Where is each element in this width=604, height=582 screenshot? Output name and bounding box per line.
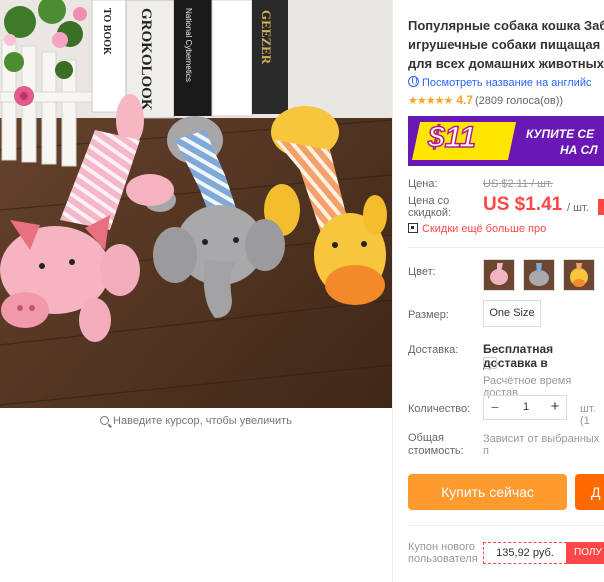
duck-thumbnail bbox=[564, 260, 594, 290]
coupon-value: 135,92 руб. bbox=[483, 542, 567, 564]
color-swatch-pig[interactable] bbox=[483, 259, 515, 291]
promo-banner[interactable]: $11 КУПИТЕ СЕ НА СЛ bbox=[408, 116, 604, 166]
product-gallery: TO BOOK GROKOLOOK National Cybernetics G… bbox=[0, 0, 392, 582]
more-discounts-text: Скидки ещё больше про bbox=[422, 223, 547, 235]
quantity-label: Количество: bbox=[408, 403, 471, 415]
product-title-line: Популярные собака кошка Заба bbox=[408, 18, 604, 33]
rating-summary[interactable]: ★★★★★ 4.7 (2809 голоса(ов)) bbox=[408, 93, 563, 107]
discount-price-label: Цена со скидкой: bbox=[408, 195, 451, 219]
translate-link-text: Посмотреть название на английс bbox=[422, 77, 592, 89]
product-main-image[interactable]: TO BOOK GROKOLOOK National Cybernetics G… bbox=[0, 0, 392, 408]
new-user-coupon-label: Купон нового пользователя bbox=[408, 541, 478, 565]
translate-title-link[interactable]: Посмотреть название на английс bbox=[408, 76, 591, 89]
discount-price-label-line: скидкой: bbox=[408, 207, 452, 219]
total-label-line: Общая bbox=[408, 432, 444, 444]
shipping-value: Бесплатная доставка в bbox=[483, 342, 554, 370]
book-spine-4: GEEZER bbox=[259, 10, 274, 65]
size-option-button[interactable]: One Size bbox=[483, 300, 541, 327]
total-label: Общая стоимость: bbox=[408, 432, 464, 458]
qr-code-icon bbox=[408, 223, 418, 233]
divider bbox=[408, 525, 604, 526]
rating-stars-icon: ★★★★★ bbox=[408, 95, 453, 107]
quantity-stepper: − + bbox=[483, 395, 567, 420]
quantity-increase-button[interactable]: + bbox=[544, 396, 566, 419]
color-swatch-duck[interactable] bbox=[563, 259, 595, 291]
coupon-label-line: Купон нового bbox=[408, 541, 476, 553]
price-unit: / шт. bbox=[567, 202, 589, 214]
product-title: Популярные собака кошка Заба игрушечные … bbox=[408, 16, 604, 73]
book-spine-1: TO BOOK bbox=[101, 8, 112, 55]
total-label-line: стоимость: bbox=[408, 445, 464, 457]
book-spine-2: GROKOLOOK bbox=[138, 8, 154, 111]
promo-amount: $11 bbox=[427, 120, 476, 155]
chevron-down-icon[interactable]: ⌄ bbox=[483, 357, 497, 369]
discount-price-label-line: Цена со bbox=[408, 195, 450, 207]
price-label: Цена: bbox=[408, 178, 438, 190]
shipping-label: Доставка: bbox=[408, 344, 459, 356]
elephant-thumbnail bbox=[524, 260, 554, 290]
size-label: Размер: bbox=[408, 309, 449, 321]
total-value: Зависит от выбранных п bbox=[483, 433, 600, 457]
book-spine-3: National Cybernetics bbox=[184, 8, 193, 82]
quantity-input[interactable] bbox=[506, 396, 546, 419]
promo-text: КУПИТЕ СЕ НА СЛ bbox=[526, 126, 598, 158]
product-title-line: для всех домашних животных С bbox=[408, 56, 604, 71]
buy-now-button[interactable]: Купить сейчас bbox=[408, 474, 567, 510]
price-discounted: US $1.41 bbox=[483, 194, 563, 215]
globe-icon bbox=[408, 76, 419, 87]
rating-score: 4.7 bbox=[456, 93, 473, 107]
color-swatch-elephant[interactable] bbox=[523, 259, 555, 291]
more-discounts-link[interactable]: Скидки ещё больше про bbox=[408, 223, 546, 235]
price-original: US $2.11 / шт. bbox=[483, 178, 553, 190]
rating-votes[interactable]: (2809 голоса(ов)) bbox=[475, 95, 563, 107]
product-title-line: игрушечные собаки пищащая Ж bbox=[408, 37, 604, 52]
promo-text-line: КУПИТЕ СЕ bbox=[526, 127, 595, 141]
add-to-cart-button[interactable]: Д bbox=[575, 474, 604, 510]
zoom-hint: Наведите курсор, чтобы увеличить bbox=[0, 410, 392, 432]
divider bbox=[408, 247, 604, 248]
discount-badge bbox=[598, 199, 604, 215]
coupon-label-line: пользователя bbox=[408, 553, 478, 565]
zoom-hint-text: Наведите курсор, чтобы увеличить bbox=[113, 415, 292, 427]
quantity-decrease-button[interactable]: − bbox=[484, 396, 506, 419]
color-label: Цвет: bbox=[408, 266, 436, 278]
quantity-unit: шт. (1 bbox=[580, 403, 596, 427]
magnifier-icon bbox=[100, 416, 110, 425]
promo-text-line: НА СЛ bbox=[560, 143, 598, 157]
pig-thumbnail bbox=[484, 260, 514, 290]
get-coupon-button[interactable]: ПОЛУ bbox=[566, 542, 604, 564]
product-info-panel: Популярные собака кошка Заба игрушечные … bbox=[393, 0, 604, 582]
product-photo: TO BOOK GROKOLOOK National Cybernetics G… bbox=[0, 0, 392, 408]
